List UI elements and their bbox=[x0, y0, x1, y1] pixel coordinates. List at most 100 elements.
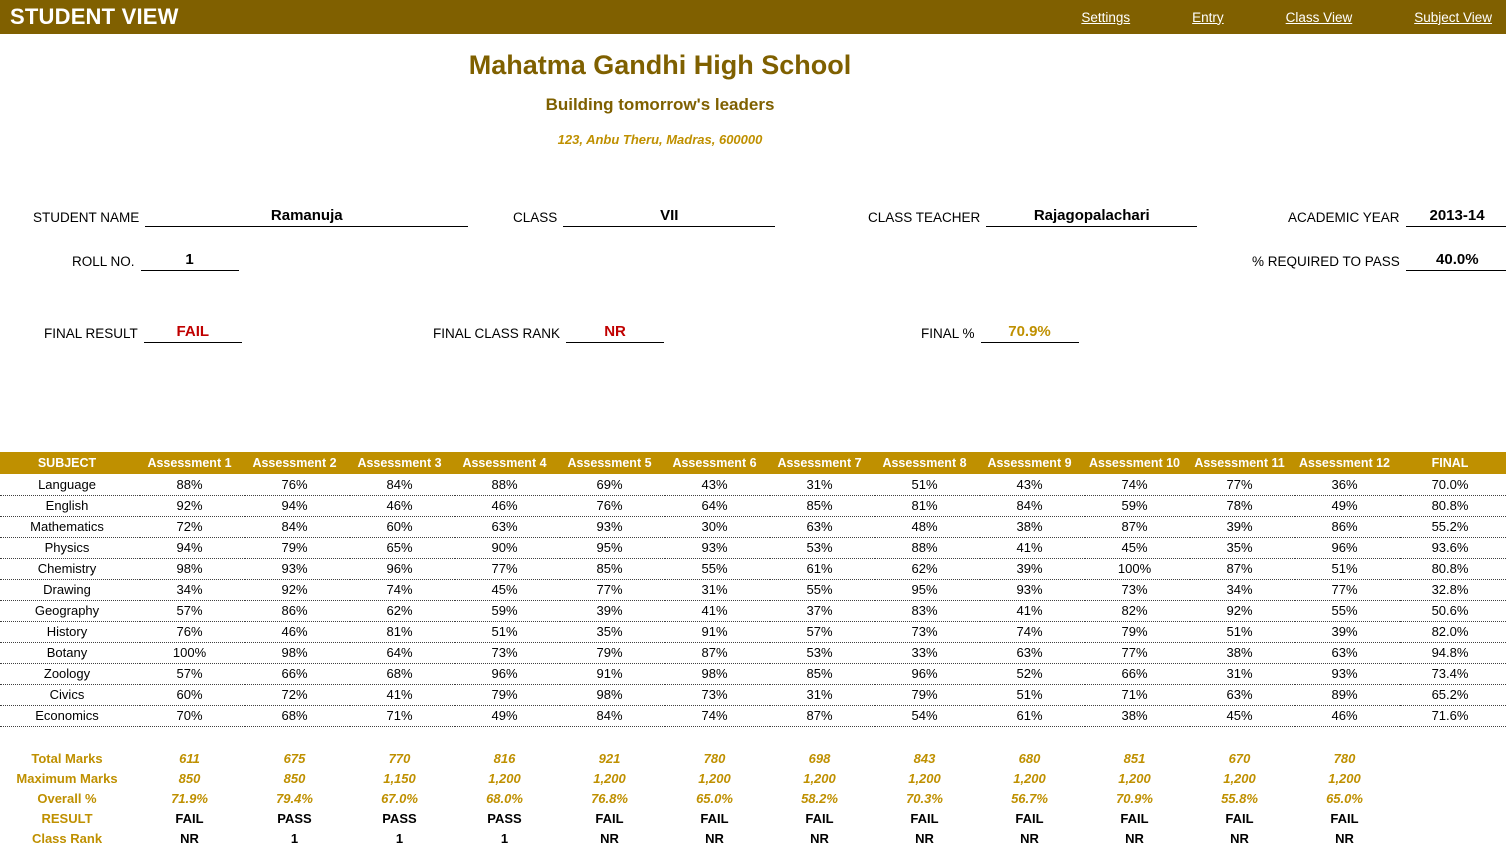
cell-maximum-marks: 1,200 bbox=[698, 770, 731, 786]
cell-score: 71% bbox=[350, 705, 455, 727]
col-header-assessment-12: Assessment 12 bbox=[1295, 452, 1400, 474]
cell-final: 80.8% bbox=[1400, 558, 1506, 580]
header-row: SUBJECT Assessment 1 Assessment 2 Assess… bbox=[0, 452, 1506, 474]
cell-score: 77% bbox=[1190, 474, 1295, 496]
cell-score: 66% bbox=[245, 663, 350, 685]
student-info-section: STUDENT NAME Ramanuja CLASS VII CLASS TE… bbox=[0, 199, 1506, 359]
cell-score: 64% bbox=[350, 642, 455, 664]
cell-score: 57% bbox=[140, 663, 245, 685]
cell-overall-pct: 65.0% bbox=[1326, 790, 1363, 806]
cell-score: 92% bbox=[245, 579, 350, 601]
pct-required-value[interactable]: 40.0% bbox=[1405, 251, 1506, 271]
cell-overall-pct: 79.4% bbox=[276, 790, 313, 806]
cell-score: 57% bbox=[770, 621, 875, 643]
cell-class-rank: NR bbox=[180, 830, 199, 846]
cell-score: 39% bbox=[980, 558, 1085, 580]
cell-maximum-marks: 850 bbox=[283, 770, 306, 786]
cell-score: 71% bbox=[1085, 684, 1190, 706]
cell-overall-pct: 56.7% bbox=[1011, 790, 1048, 806]
cell-score: 100% bbox=[140, 642, 245, 664]
cell-subject: Drawing bbox=[0, 579, 140, 601]
student-name-value[interactable]: Ramanuja bbox=[145, 207, 469, 227]
field-class: CLASS VII bbox=[513, 207, 776, 227]
cell-subject: Civics bbox=[0, 684, 140, 706]
cell-score: 52% bbox=[980, 663, 1085, 685]
cell-score: 37% bbox=[770, 600, 875, 622]
class-teacher-value[interactable]: Rajagopalachari bbox=[986, 207, 1198, 227]
cell-final: 80.8% bbox=[1400, 495, 1506, 517]
cell-score: 60% bbox=[140, 684, 245, 706]
cell-score: 89% bbox=[1295, 684, 1400, 706]
cell-score: 79% bbox=[455, 684, 560, 706]
student-name-label: STUDENT NAME bbox=[33, 209, 140, 225]
summary-label-maximum-marks: Maximum Marks bbox=[16, 770, 118, 786]
top-navigation-bar: STUDENT VIEW Settings Entry Class View S… bbox=[0, 0, 1506, 34]
col-header-assessment-8: Assessment 8 bbox=[875, 452, 980, 474]
cell-score: 35% bbox=[560, 621, 665, 643]
cell-score: 63% bbox=[455, 516, 560, 538]
cell-score: 91% bbox=[665, 621, 770, 643]
nav-link-class-view[interactable]: Class View bbox=[1286, 10, 1353, 25]
cell-score: 79% bbox=[875, 684, 980, 706]
cell-score: 79% bbox=[560, 642, 665, 664]
cell-score: 41% bbox=[350, 684, 455, 706]
cell-subject: Language bbox=[0, 474, 140, 496]
cell-final: 55.2% bbox=[1400, 516, 1506, 538]
cell-score: 88% bbox=[455, 474, 560, 496]
field-roll-no: ROLL NO. 1 bbox=[72, 251, 239, 271]
cell-result: FAIL bbox=[805, 810, 834, 826]
nav-link-settings[interactable]: Settings bbox=[1081, 10, 1130, 25]
cell-class-rank: NR bbox=[810, 830, 829, 846]
cell-result: FAIL bbox=[910, 810, 939, 826]
cell-score: 96% bbox=[875, 663, 980, 685]
roll-no-value[interactable]: 1 bbox=[140, 251, 239, 271]
cell-class-rank: NR bbox=[705, 830, 724, 846]
cell-score: 62% bbox=[875, 558, 980, 580]
cell-score: 87% bbox=[770, 705, 875, 727]
cell-score: 93% bbox=[245, 558, 350, 580]
cell-score: 73% bbox=[665, 684, 770, 706]
summary-label-overall-pct: Overall % bbox=[37, 790, 97, 806]
field-class-teacher: CLASS TEACHER Rajagopalachari bbox=[868, 207, 1198, 227]
cell-score: 85% bbox=[770, 663, 875, 685]
cell-overall-pct: 58.2% bbox=[801, 790, 838, 806]
nav-link-subject-view[interactable]: Subject View bbox=[1414, 10, 1492, 25]
cell-score: 85% bbox=[770, 495, 875, 517]
cell-result: FAIL bbox=[595, 810, 624, 826]
cell-score: 49% bbox=[1295, 495, 1400, 517]
summary-label-class-rank: Class Rank bbox=[31, 830, 103, 846]
school-name: Mahatma Gandhi High School bbox=[468, 50, 852, 80]
cell-score: 86% bbox=[245, 600, 350, 622]
summary-final-empty bbox=[1400, 828, 1506, 848]
cell-result: PASS bbox=[382, 810, 417, 826]
cell-score: 51% bbox=[875, 474, 980, 496]
cell-score: 70% bbox=[140, 705, 245, 727]
col-header-assessment-2: Assessment 2 bbox=[245, 452, 350, 474]
class-teacher-label: CLASS TEACHER bbox=[868, 209, 981, 225]
marks-table: SUBJECT Assessment 1 Assessment 2 Assess… bbox=[0, 452, 1506, 848]
academic-year-label: ACADEMIC YEAR bbox=[1288, 209, 1400, 225]
col-header-assessment-1: Assessment 1 bbox=[140, 452, 245, 474]
class-value[interactable]: VII bbox=[563, 207, 776, 227]
cell-score: 77% bbox=[560, 579, 665, 601]
cell-score: 60% bbox=[350, 516, 455, 538]
cell-result: PASS bbox=[487, 810, 522, 826]
table-spacer-row bbox=[0, 726, 1506, 748]
cell-score: 79% bbox=[1085, 621, 1190, 643]
cell-score: 68% bbox=[350, 663, 455, 685]
cell-maximum-marks: 1,200 bbox=[1013, 770, 1046, 786]
summary-label-total-marks: Total Marks bbox=[31, 750, 103, 766]
school-header: Mahatma Gandhi High School Building tomo… bbox=[0, 34, 1320, 146]
cell-score: 73% bbox=[875, 621, 980, 643]
summary-final-empty bbox=[1400, 748, 1506, 768]
cell-final: 93.6% bbox=[1400, 537, 1506, 559]
cell-score: 74% bbox=[980, 621, 1085, 643]
nav-link-entry[interactable]: Entry bbox=[1192, 10, 1224, 25]
col-header-final: FINAL bbox=[1400, 452, 1506, 474]
cell-score: 33% bbox=[875, 642, 980, 664]
top-nav-links: Settings Entry Class View Subject View bbox=[1019, 10, 1498, 25]
cell-score: 96% bbox=[350, 558, 455, 580]
cell-maximum-marks: 1,200 bbox=[803, 770, 836, 786]
academic-year-value[interactable]: 2013-14 bbox=[1405, 207, 1506, 227]
cell-total-marks: 770 bbox=[388, 750, 411, 766]
